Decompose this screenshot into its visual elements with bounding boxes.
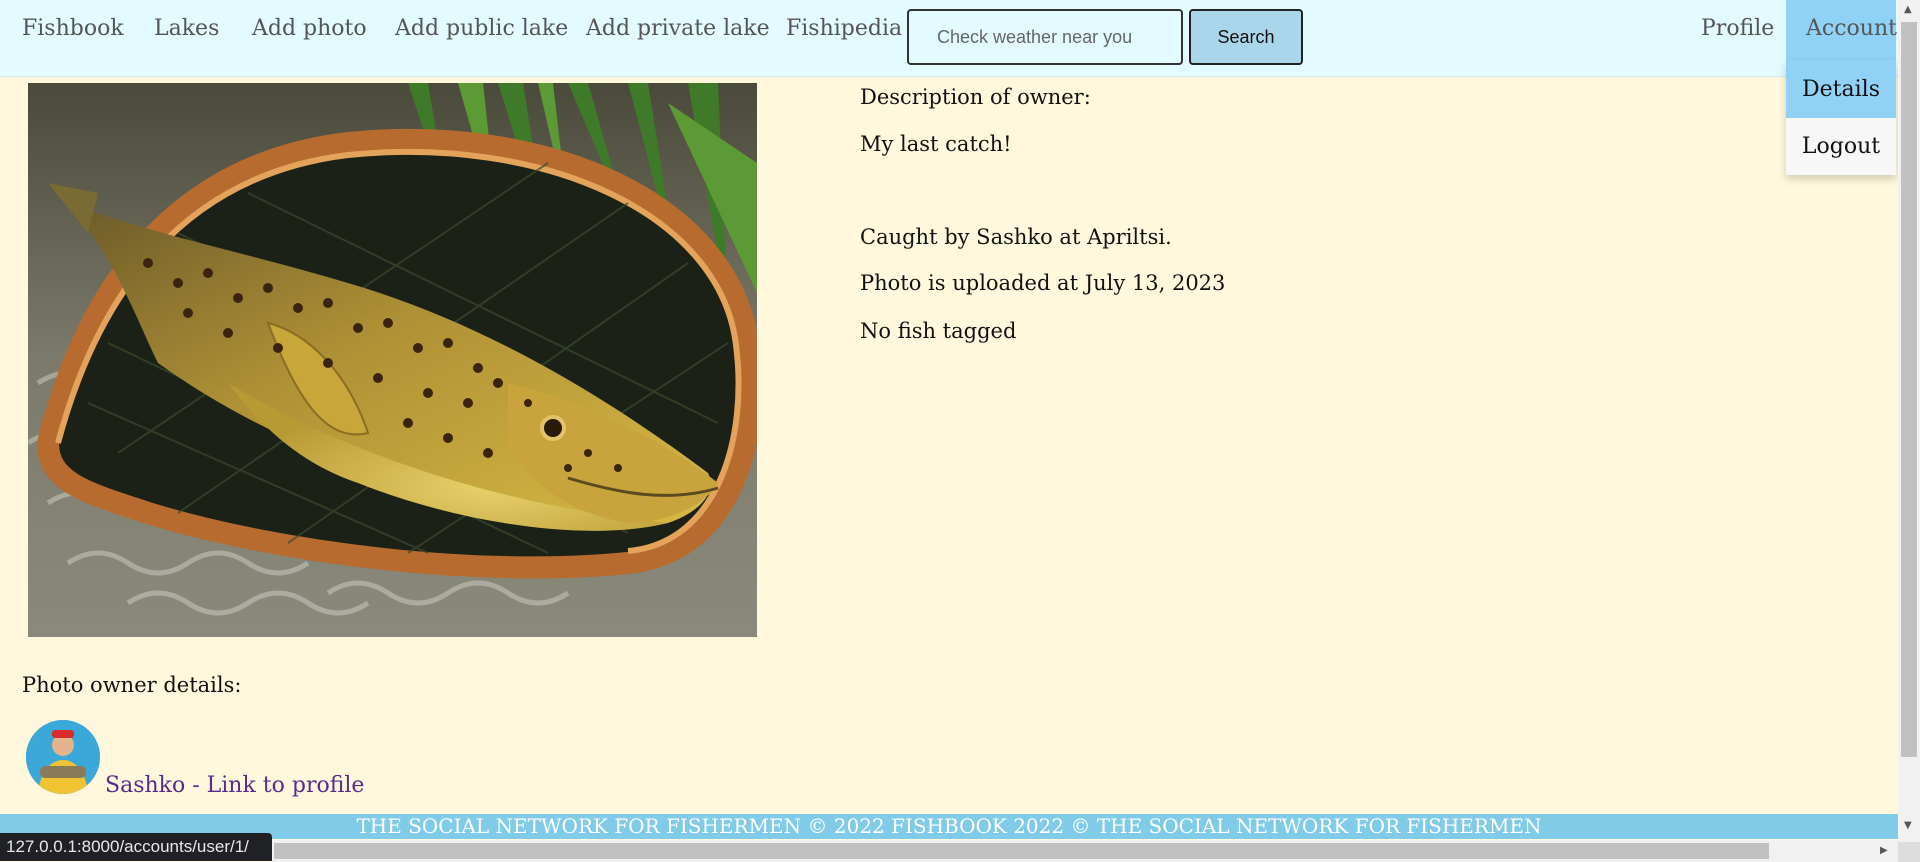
scroll-up-arrow-icon[interactable]: ▲ <box>1904 4 1912 15</box>
nav-brand-fishbook[interactable]: Fishbook <box>22 16 124 41</box>
account-menu-label[interactable]: Account <box>1806 16 1897 41</box>
site-footer: THE SOCIAL NETWORK FOR FISHERMEN © 2022 … <box>0 814 1898 839</box>
owner-details-heading: Photo owner details: <box>22 673 242 697</box>
nav-link-add-photo[interactable]: Add photo <box>252 16 367 41</box>
owner-profile-link[interactable]: Sashko - Link to profile <box>105 773 364 798</box>
trout-in-net-image <box>28 83 757 637</box>
nav-link-add-public-lake[interactable]: Add public lake <box>395 16 568 41</box>
search-button[interactable]: Search <box>1189 9 1303 65</box>
catch-photo <box>28 83 757 637</box>
nav-link-add-private-lake[interactable]: Add private lake <box>586 16 770 41</box>
upload-date-text: Photo is uploaded at July 13, 2023 <box>860 271 1226 295</box>
account-dropdown-menu: Details Logout <box>1786 60 1896 175</box>
dropdown-item-logout[interactable]: Logout <box>1786 117 1896 175</box>
horizontal-scrollbar-thumb[interactable] <box>274 843 1769 859</box>
scroll-right-arrow-icon[interactable]: ▶ <box>1880 845 1888 856</box>
vertical-scrollbar-thumb[interactable] <box>1901 22 1917 757</box>
scrollbar-corner <box>1898 842 1920 862</box>
dropdown-item-details[interactable]: Details <box>1786 60 1896 118</box>
caught-by-text: Caught by Sashko at Apriltsi. <box>860 225 1172 249</box>
top-navbar: Fishbook Lakes Add photo Add public lake… <box>0 0 1898 77</box>
weather-search-input[interactable] <box>907 9 1183 65</box>
photo-description: My last catch! <box>860 132 1012 156</box>
fish-tags-text: No fish tagged <box>860 319 1017 343</box>
nav-link-fishipedia[interactable]: Fishipedia <box>786 16 902 41</box>
description-heading: Description of owner: <box>860 85 1091 109</box>
browser-status-url: 127.0.0.1:8000/accounts/user/1/ <box>0 833 272 861</box>
nav-link-profile[interactable]: Profile <box>1701 16 1774 41</box>
owner-avatar[interactable] <box>26 720 100 794</box>
nav-link-lakes[interactable]: Lakes <box>154 16 219 41</box>
scroll-down-arrow-icon[interactable]: ▼ <box>1904 820 1912 831</box>
